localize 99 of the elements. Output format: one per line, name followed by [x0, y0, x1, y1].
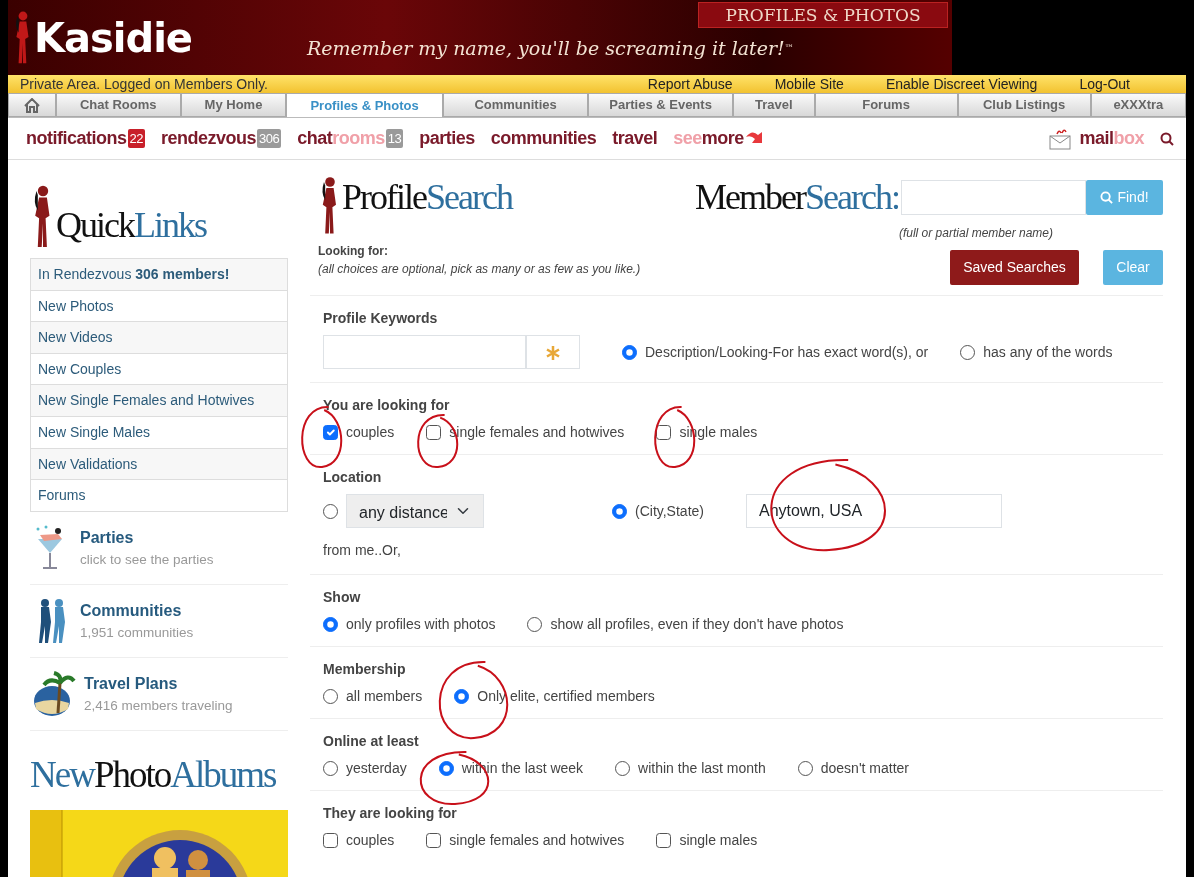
option-label: has any of the words: [983, 342, 1113, 362]
radio-button[interactable]: [323, 761, 338, 776]
sidebar-link[interactable]: New Couples: [30, 353, 288, 386]
notice-text: Private Area. Logged on Members Only.: [20, 74, 268, 94]
radio-button[interactable]: [615, 761, 631, 776]
feature-subtitle: click to see the parties: [80, 550, 214, 569]
nav-tab[interactable]: Chat Rooms: [55, 93, 181, 117]
count-badge: 13: [385, 128, 404, 149]
sidebar-link[interactable]: In Rendezvous 306 members!: [30, 259, 288, 291]
home-icon: [23, 97, 40, 113]
radio-button[interactable]: [323, 503, 338, 519]
option-label: couples: [346, 831, 395, 850]
nav-link[interactable]: notifications 22: [26, 125, 145, 152]
nav-tab[interactable]: Parties & Events: [588, 93, 734, 117]
site-logo[interactable]: Kasidie: [34, 7, 192, 68]
option-label: Description/Looking-For has exact word(s), or: [645, 342, 929, 362]
hint-text: (full or partial member name): [898, 225, 1053, 242]
feature-link[interactable]: Communities: [80, 598, 194, 623]
section-label: Location: [323, 468, 383, 487]
option-label: Only elite, certified members: [477, 687, 655, 706]
asterisk-icon: [545, 344, 561, 361]
checkbox[interactable]: [426, 425, 442, 440]
note-text: from me..Or,: [323, 541, 402, 560]
radio-button[interactable]: [438, 761, 454, 776]
section-label: Online at least: [323, 732, 420, 751]
checkbox[interactable]: [656, 833, 672, 848]
nav-tab[interactable]: My Home: [180, 93, 287, 117]
top-link[interactable]: Log-Out: [1079, 73, 1130, 95]
radio-button[interactable]: [960, 344, 976, 360]
checkbox[interactable]: [323, 425, 338, 440]
mailbox-link[interactable]: mailbox: [1079, 125, 1144, 152]
member-name-field[interactable]: [901, 179, 1086, 215]
checkbox[interactable]: [426, 833, 442, 848]
nav-tab[interactable]: Club Listings: [957, 93, 1091, 117]
option-label: within the last month: [638, 759, 766, 778]
option-label: couples: [346, 423, 395, 442]
feature-link[interactable]: Parties: [80, 525, 214, 550]
option-label: only profiles with photos: [346, 615, 496, 634]
nav-link[interactable]: parties: [419, 125, 475, 152]
radio-button[interactable]: [527, 617, 543, 632]
membersearch-logo: MemberSearch:: [695, 176, 899, 219]
hint-text: (all choices are optional, pick as many or as few as you like.): [318, 261, 641, 278]
albums-logo: NewPhotoAlbums: [30, 752, 276, 797]
home-tab[interactable]: [8, 93, 56, 117]
sidebar-link[interactable]: New Validations: [30, 448, 288, 481]
sidebar-link[interactable]: New Videos: [30, 322, 288, 354]
option-label: doesn't matter: [820, 759, 909, 778]
top-link[interactable]: Mobile Site: [774, 73, 844, 95]
nav-link[interactable]: seemore: [673, 125, 766, 152]
checkbox[interactable]: [656, 425, 672, 440]
option-label: all members: [346, 687, 423, 706]
sidebar-link[interactable]: New Single Females and Hotwives: [30, 385, 288, 417]
count-badge: 306: [257, 128, 282, 149]
search-icon[interactable]: [1160, 131, 1174, 146]
count-badge: 22: [127, 128, 145, 149]
option-label: yesterday: [346, 759, 407, 778]
nav-link[interactable]: travel: [612, 125, 658, 152]
feature-subtitle: 2,416 members traveling: [84, 696, 233, 715]
saved-searches-button[interactable]: Saved Searches: [950, 250, 1079, 285]
section-label: They are looking for: [323, 804, 458, 823]
option-label: single females and hotwives: [449, 831, 625, 850]
radio-button[interactable]: [323, 617, 338, 632]
radio-button[interactable]: [622, 344, 637, 360]
search-icon: [1100, 190, 1114, 204]
option-label: show all profiles, even if they don't have photos: [550, 615, 844, 634]
nav-link[interactable]: chatrooms 13: [297, 125, 404, 152]
nav-tab[interactable]: Forums: [814, 93, 958, 117]
option-label: single males: [679, 831, 758, 850]
nav-tab[interactable]: Travel: [733, 93, 815, 117]
section-label: Profile Keywords: [323, 309, 439, 328]
looking-for-label: Looking for:: [318, 243, 389, 260]
profilesearch-logo: ProfileSearch: [342, 176, 512, 219]
tagline: Remember my name, you'll be screaming it later!$^{™}$: [307, 36, 794, 62]
option-label: (City,State): [635, 501, 704, 521]
nav-tab[interactable]: eXXXtra: [1090, 93, 1186, 117]
section-title: PROFILES & PHOTOS: [698, 2, 948, 28]
sidebar-link[interactable]: Forums: [30, 480, 288, 512]
nav-tab[interactable]: Communities: [443, 93, 589, 117]
envelope-icon[interactable]: [1049, 127, 1074, 150]
radio-button[interactable]: [797, 761, 813, 776]
nav-link[interactable]: rendezvous 306: [160, 125, 282, 152]
top-link[interactable]: Report Abuse: [647, 73, 733, 95]
section-label: Membership: [323, 660, 407, 679]
nav-link[interactable]: communities: [490, 125, 597, 152]
radio-button[interactable]: [612, 503, 627, 519]
sidebar-link[interactable]: New Single Males: [30, 416, 288, 449]
nav-tab[interactable]: Profiles & Photos: [286, 93, 444, 117]
sidebar-link[interactable]: New Photos: [30, 290, 288, 323]
section-label: You are looking for: [323, 396, 451, 415]
palm-island-icon: [32, 670, 76, 717]
feature-link[interactable]: Travel Plans: [84, 671, 233, 696]
feature-subtitle: 1,951 communities: [80, 623, 194, 642]
radio-button[interactable]: [323, 689, 338, 704]
top-link[interactable]: Enable Discreet Viewing: [885, 73, 1038, 95]
section-label: Show: [323, 588, 362, 607]
radio-button[interactable]: [454, 689, 470, 704]
quicklinks-logo: QuickLinks: [56, 204, 206, 247]
keyword-field[interactable]: [323, 335, 526, 369]
checkbox[interactable]: [323, 833, 338, 848]
